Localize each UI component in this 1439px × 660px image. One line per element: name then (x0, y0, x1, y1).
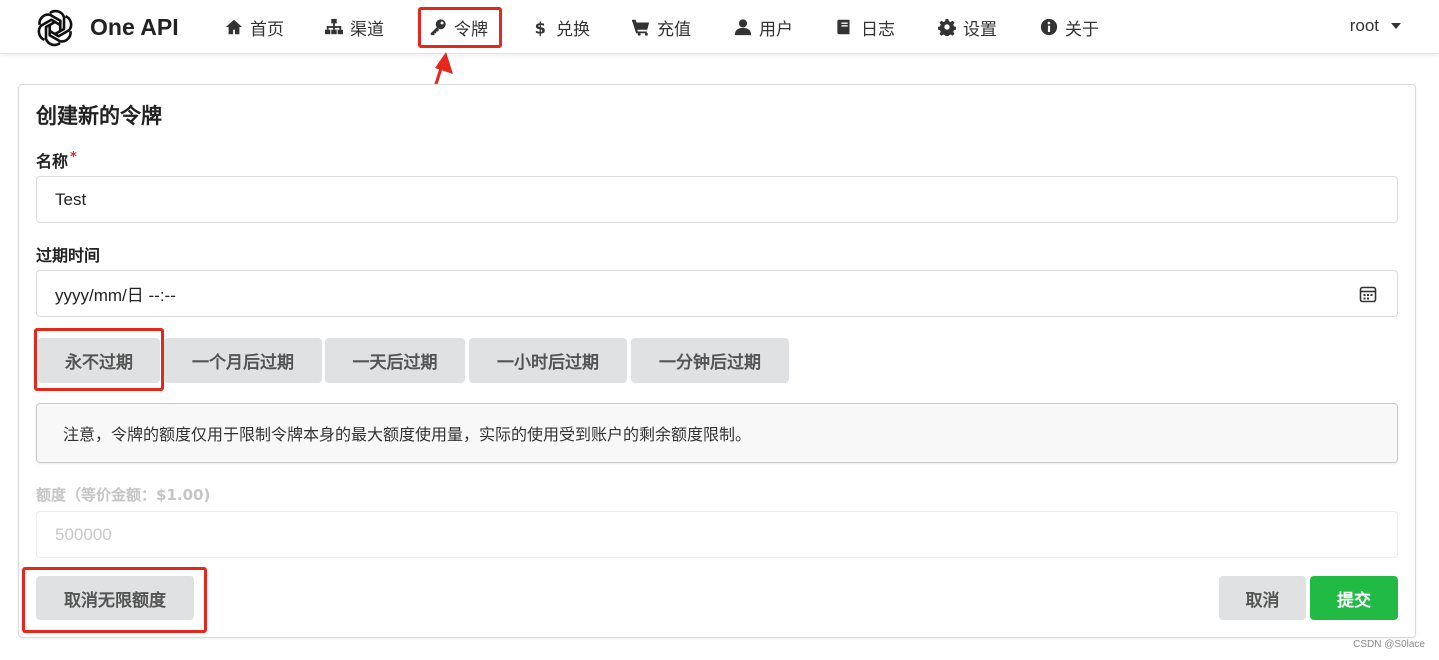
caret-down-icon (1391, 23, 1401, 29)
expire-one-day-button[interactable]: 一天后过期 (325, 338, 465, 383)
nav-item-label: 首页 (250, 19, 284, 40)
nav-item-label: 令牌 (454, 19, 488, 40)
nav-item-channels[interactable]: 渠道 (324, 14, 384, 40)
nav-item-tokens[interactable]: 令牌 (428, 14, 488, 40)
nav-item-home[interactable]: 首页 (224, 14, 284, 40)
expire-one-hour-button[interactable]: 一小时后过期 (469, 338, 627, 383)
cancel-unlimited-quota-button[interactable]: 取消无限额度 (36, 576, 194, 620)
required-mark: * (70, 150, 77, 165)
name-label-text: 名称 (36, 152, 69, 171)
svg-text:$: $ (535, 18, 546, 36)
nav-item-label: 兑换 (556, 19, 590, 40)
name-input[interactable]: Test (36, 176, 1398, 223)
nav-item-users[interactable]: 用户 (733, 14, 793, 40)
calendar-icon[interactable] (1359, 285, 1377, 303)
watermark-text: CSDN @S0lace (1353, 639, 1425, 650)
name-input-value: Test (55, 189, 87, 209)
name-label: 名称 * (36, 148, 77, 172)
key-icon (428, 17, 448, 37)
gear-icon (937, 17, 957, 37)
nav-item-label: 关于 (1065, 19, 1099, 40)
nav-item-label: 设置 (963, 19, 997, 40)
quota-input-value: 500000 (55, 524, 112, 544)
quota-notice-message: 注意，令牌的额度仅用于限制令牌本身的最大额度使用量，实际的使用受到账户的剩余额度… (36, 403, 1398, 463)
expire-one-month-button[interactable]: 一个月后过期 (164, 338, 322, 383)
nav-item-label: 渠道 (350, 19, 384, 40)
dollar-icon: $ (530, 17, 550, 37)
page-title: 创建新的令牌 (36, 104, 162, 128)
submit-button[interactable]: 提交 (1310, 576, 1398, 620)
brand-name[interactable]: One API (90, 14, 179, 41)
user-icon (733, 17, 753, 37)
expire-one-minute-button[interactable]: 一分钟后过期 (631, 338, 789, 383)
home-icon (224, 17, 244, 37)
never-expire-button[interactable]: 永不过期 (38, 338, 160, 383)
nav-item-logs[interactable]: 日志 (835, 14, 895, 40)
expire-input-placeholder: yyyy/mm/日 --:-- (55, 286, 176, 305)
username: root (1349, 16, 1379, 35)
nav-item-redeem[interactable]: $ 兑换 (530, 14, 590, 40)
nav-item-about[interactable]: 关于 (1039, 14, 1099, 40)
book-icon (835, 17, 855, 37)
nav-item-settings[interactable]: 设置 (937, 14, 997, 40)
top-navbar: One API 首页 渠道 令牌 $ 兑换 充值 用户 日志 设置 关于 roo… (0, 0, 1439, 54)
quota-input[interactable]: 500000 (36, 511, 1398, 558)
expire-label: 过期时间 (36, 246, 101, 265)
user-menu[interactable]: root (1350, 16, 1401, 36)
cancel-button[interactable]: 取消 (1219, 576, 1306, 620)
quota-label: 额度（等价金额：$1.00) (36, 486, 211, 504)
nav-item-label: 用户 (759, 19, 793, 40)
expire-datetime-input[interactable]: yyyy/mm/日 --:-- (36, 270, 1398, 317)
cart-icon (631, 17, 651, 37)
sitemap-icon (324, 17, 344, 37)
nav-item-label: 充值 (657, 19, 691, 40)
info-icon (1039, 17, 1059, 37)
nav-item-topup[interactable]: 充值 (631, 14, 691, 40)
openai-logo-icon[interactable] (32, 5, 78, 51)
nav-item-label: 日志 (861, 19, 895, 40)
